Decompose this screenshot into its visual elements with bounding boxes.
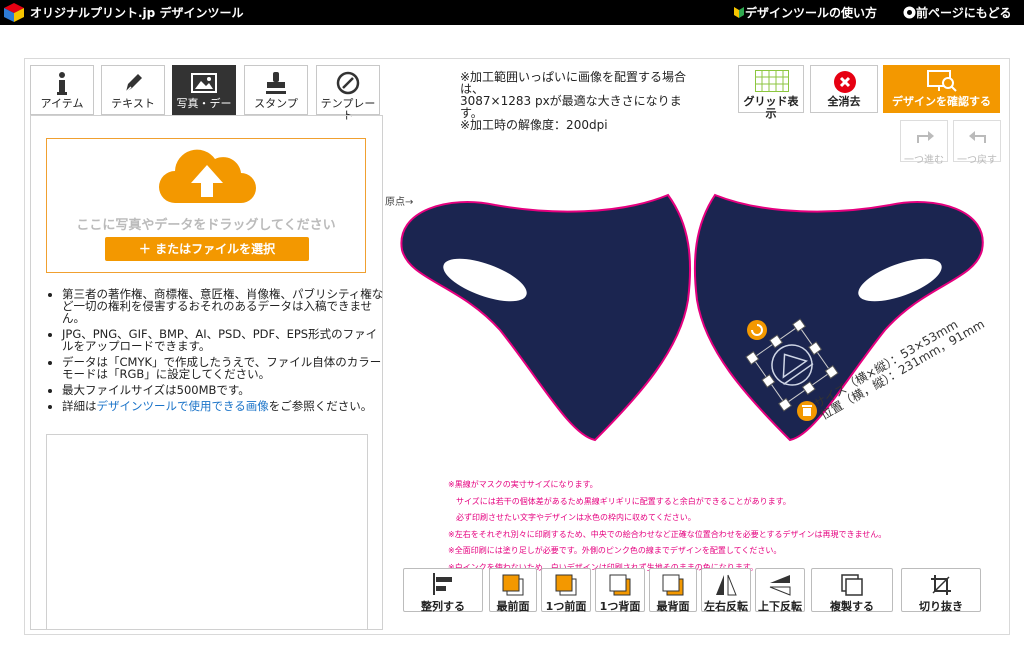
cloud-upload-icon — [159, 149, 256, 203]
undo-button[interactable]: 一つ戻す — [953, 120, 1001, 166]
flip-horizontal-icon — [716, 574, 737, 596]
bring-to-front-label: 最前面 — [496, 600, 530, 613]
print-note-2: サイズには若干の個体差があるため黒線ギリギリに配置すると余白ができることがありま… — [448, 496, 791, 506]
grid-toggle-button[interactable]: グリッド表示 — [738, 65, 804, 120]
undo-icon — [969, 131, 986, 143]
note-color-mode: データは「CMYK」で作成したうえで、ファイル自体のカラーモードは「RGB」に設… — [62, 356, 387, 380]
bring-forward-icon — [555, 574, 577, 596]
rotate-handle-icon — [747, 320, 767, 340]
mask-left-outline — [400, 193, 692, 442]
tab-stamp[interactable]: スタンプ — [244, 65, 308, 115]
tab-item-label: アイテム — [40, 97, 84, 110]
bring-forward-button[interactable]: 1つ前面 — [541, 568, 591, 613]
info-line-3: ※加工時の解像度：200dpi — [460, 118, 608, 132]
template-icon — [336, 71, 360, 95]
help-link[interactable]: デザインツールの使い方 — [733, 4, 877, 21]
upload-notes: 第三者の著作権、商標権、意匠権、肖像権、パブリシティ権など一切の権利を侵害するお… — [44, 288, 387, 416]
align-label: 整列する — [421, 600, 465, 613]
print-note-5: ※全面印刷には塗り足しが必要です。外側のピンク色の線までデザインを配置してくださ… — [448, 546, 782, 555]
tab-item[interactable]: アイテム — [30, 65, 94, 115]
help-link-label: デザインツールの使い方 — [745, 6, 878, 20]
back-link-label: 前ページにもどる — [916, 6, 1012, 20]
image-icon — [191, 73, 217, 93]
bring-to-front-button[interactable]: 最前面 — [489, 568, 537, 613]
crop-label: 切り抜き — [919, 600, 963, 613]
flip-vertical-icon — [769, 575, 791, 596]
duplicate-icon — [841, 574, 863, 596]
flip-vertical-button[interactable]: 上下反転 — [755, 568, 805, 613]
send-to-back-label: 最背面 — [656, 600, 690, 613]
tab-stamp-label: スタンプ — [254, 97, 298, 110]
bring-to-front-icon — [502, 574, 524, 596]
upload-dropzone[interactable]: ここに写真やデータをドラッグしてください ＋ またはファイルを選択 — [46, 138, 366, 273]
back-circle-icon — [903, 6, 916, 19]
clear-x-icon — [834, 71, 856, 93]
print-notes: ※黒線がマスクの実寸サイズになります。 サイズには若干の個体差があるため黒線ギリ… — [448, 477, 988, 576]
send-to-back-icon — [662, 574, 684, 596]
clear-all-label: 全消去 — [827, 95, 861, 108]
print-note-1: ※黒線がマスクの実寸サイズになります。 — [448, 480, 598, 489]
monitor-search-icon — [927, 70, 957, 92]
crop-icon — [931, 575, 951, 595]
info-icon — [57, 72, 67, 95]
send-backward-label: 1つ背面 — [599, 600, 641, 613]
flip-vertical-label: 上下反転 — [758, 600, 802, 613]
tab-text[interactable]: テキスト — [101, 65, 165, 115]
top-bar: オリジナルプリント.jp デザインツール デザインツールの使い方 前ページにもど… — [0, 0, 1024, 25]
print-note-3: 必ず印刷させたい文字やデザインは水色の枠内に収めてください。 — [448, 513, 696, 522]
brand-title: オリジナルプリント.jp デザインツール — [30, 6, 244, 20]
send-to-back-button[interactable]: 最背面 — [649, 568, 697, 613]
confirm-design-label: デザインを確認する — [892, 95, 991, 108]
tab-photo-data-label: 写真・デー — [176, 97, 232, 110]
print-note-4: ※左右をそれぞれ別々に印刷するため、中央での絵合わせなど正確な位置合わせを必要と… — [448, 529, 887, 539]
uploaded-images-list[interactable] — [46, 434, 368, 630]
note-details-pre: 詳細は — [62, 399, 97, 413]
logo-icon — [4, 3, 24, 22]
mask-canvas[interactable] — [390, 190, 1000, 445]
tab-photo-data[interactable]: 写真・デー — [172, 65, 236, 115]
info-line-1: ※加工範囲いっぱいに画像を配置する場合は、 — [460, 70, 687, 96]
flip-horizontal-button[interactable]: 左右反転 — [701, 568, 751, 613]
note-max-size: 最大ファイルサイズは500MBです。 — [62, 384, 387, 396]
note-details-post: をご参照ください。 — [268, 399, 373, 413]
flip-horizontal-label: 左右反転 — [704, 600, 748, 613]
bring-forward-label: 1つ前面 — [545, 600, 587, 613]
redo-icon — [917, 131, 934, 143]
select-file-button[interactable]: ＋ またはファイルを選択 — [105, 237, 309, 261]
beginner-icon — [734, 7, 744, 18]
send-backward-button[interactable]: 1つ背面 — [595, 568, 645, 613]
undo-label: 一つ戻す — [957, 155, 997, 166]
align-icon — [433, 573, 452, 595]
grid-icon — [755, 70, 789, 92]
info-line-2: 3087×1283 pxが最適な大きさになります。 — [460, 94, 682, 120]
tab-text-label: テキスト — [111, 97, 155, 110]
duplicate-button[interactable]: 複製する — [811, 568, 893, 613]
duplicate-label: 複製する — [830, 600, 874, 613]
clear-all-button[interactable]: 全消去 — [810, 65, 878, 113]
align-button[interactable]: 整列する — [403, 568, 483, 613]
redo-label: 一つ進む — [904, 155, 944, 166]
send-backward-icon — [609, 574, 631, 596]
note-details: 詳細はデザインツールで使用できる画像をご参照ください。 — [62, 400, 387, 412]
usable-images-link[interactable]: デザインツールで使用できる画像 — [97, 399, 269, 413]
grid-toggle-label: グリッド表示 — [743, 95, 799, 120]
crop-button[interactable]: 切り抜き — [901, 568, 981, 613]
confirm-design-button[interactable]: デザインを確認する — [883, 65, 1000, 113]
redo-button[interactable]: 一つ進む — [900, 120, 948, 166]
print-area-info: ※加工範囲いっぱいに画像を配置する場合は、 3087×1283 pxが最適な大き… — [460, 71, 690, 131]
pen-icon — [125, 74, 142, 93]
stamp-icon — [266, 72, 286, 94]
drop-text: ここに写真やデータをドラッグしてください — [76, 218, 336, 233]
note-copyright: 第三者の著作権、商標権、意匠権、肖像権、パブリシティ権など一切の権利を侵害するお… — [62, 288, 387, 324]
back-link[interactable]: 前ページにもどる — [903, 4, 1012, 21]
tab-template[interactable]: テンプレート — [316, 65, 380, 122]
note-formats: JPG、PNG、GIF、BMP、AI、PSD、PDF、EPS形式のファイルをアッ… — [62, 328, 387, 352]
